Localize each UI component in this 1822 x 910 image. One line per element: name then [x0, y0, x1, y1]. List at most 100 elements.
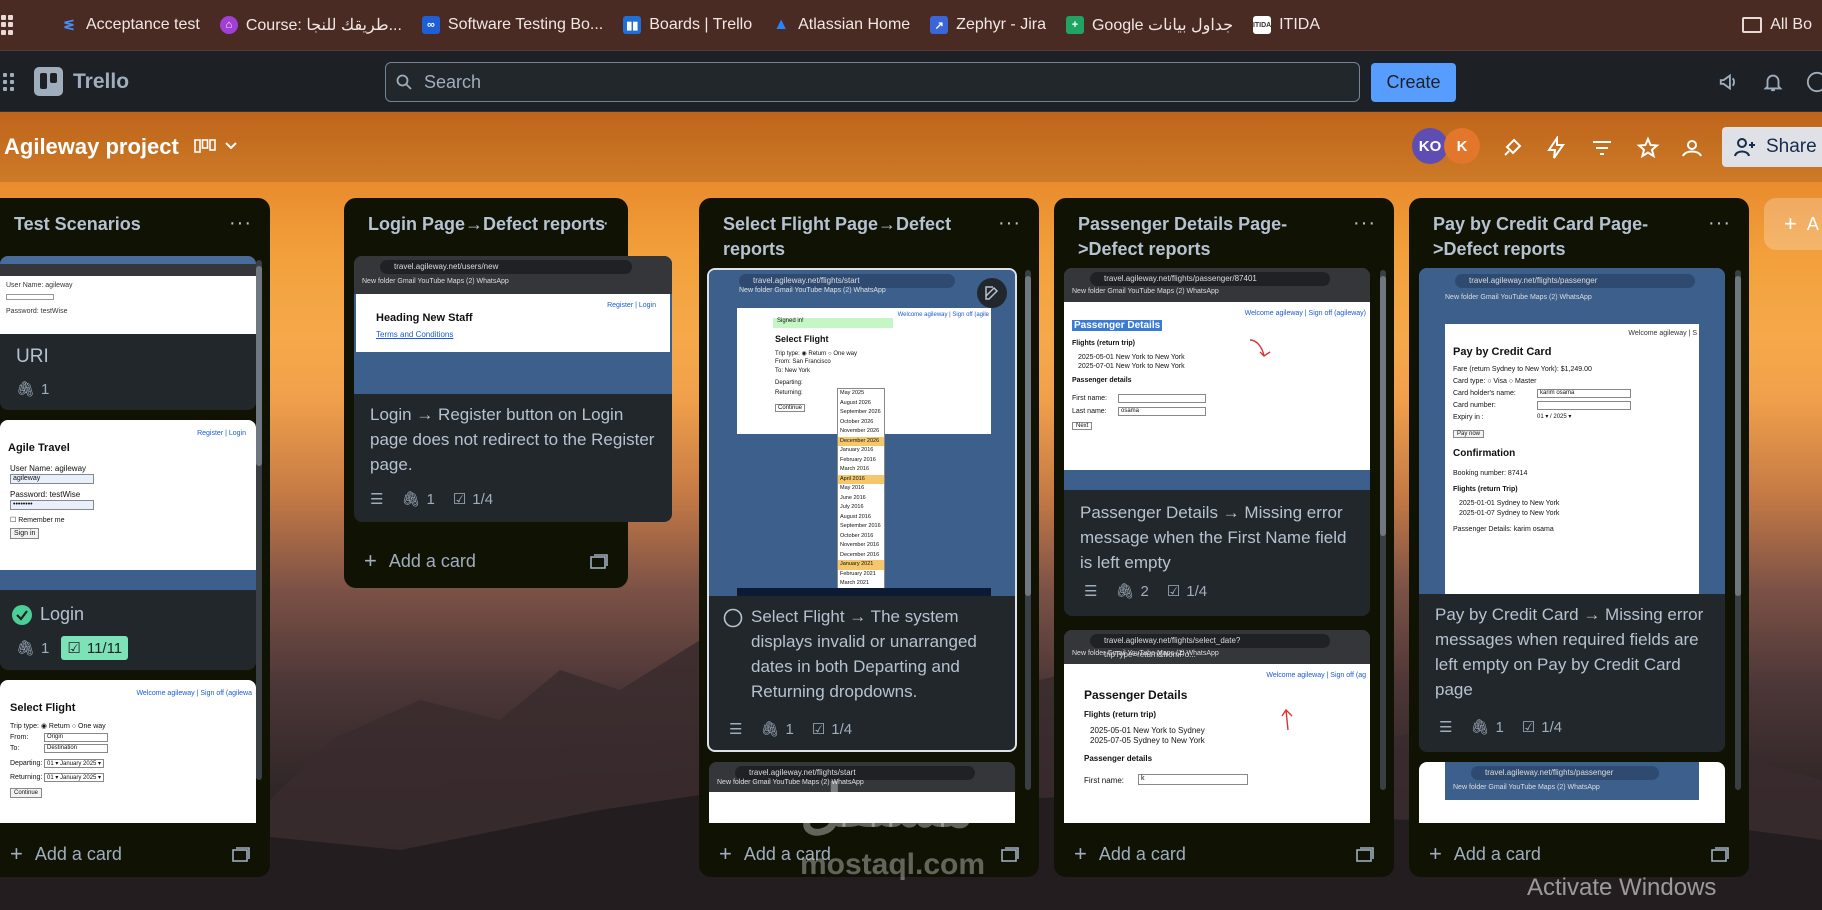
checklist-icon: ☑: [1521, 719, 1536, 736]
add-card-button[interactable]: + Add a card: [1074, 831, 1186, 877]
list-title[interactable]: Login Page→Defect reports: [368, 212, 608, 237]
card-payment-defect[interactable]: travel.agileway.net/flights/passenger Ne…: [1419, 268, 1725, 752]
attachments-count: 1: [1495, 718, 1504, 736]
filter-icon[interactable]: [1590, 136, 1614, 160]
bookmark-software-testing[interactable]: ∞ Software Testing Bo...: [412, 8, 613, 42]
list-title[interactable]: Select Flight Page→Defect reports: [723, 212, 983, 262]
card-template-icon[interactable]: [1356, 847, 1374, 863]
card-select-flight-defect[interactable]: travel.agileway.net/flights/start New fo…: [707, 268, 1017, 752]
search-input[interactable]: [424, 71, 1324, 93]
card-template-icon[interactable]: [232, 847, 250, 863]
board-canvas: Agileway project KO K Share Test Scenari…: [0, 112, 1822, 910]
description-icon: ☰: [370, 491, 384, 508]
attachments-badge: 🖇 1: [16, 380, 50, 399]
share-button[interactable]: Share: [1722, 127, 1822, 167]
list-login-page: Login Page→Defect reports ··· travel.agi…: [344, 198, 672, 588]
bookmark-trello[interactable]: ▮▮ Boards | Trello: [613, 8, 762, 42]
add-list-button[interactable]: + A: [1764, 198, 1822, 250]
card-cover-image: travel.agileway.net/flights/start New fo…: [709, 270, 1015, 596]
list-menu-icon[interactable]: ···: [1353, 212, 1376, 235]
checklist-icon: ☑: [452, 491, 467, 508]
list-menu-icon[interactable]: ···: [998, 212, 1021, 235]
list-scrollbar[interactable]: [1380, 270, 1386, 790]
visibility-icon[interactable]: [1680, 136, 1704, 160]
attachments-badge: 🖇 1: [1470, 718, 1504, 737]
add-list-label: A: [1806, 213, 1819, 234]
shot-welcome: Welcome agileway | Sign off (agile: [897, 312, 989, 318]
megaphone-icon[interactable]: [1718, 71, 1740, 93]
bookmark-course[interactable]: ⌂ Course: طريقك للنجا...: [210, 8, 412, 42]
shot-welcome: Welcome agileway | Sign off (agilewa: [136, 690, 252, 697]
list-title[interactable]: Test Scenarios: [14, 212, 224, 237]
card-template-icon[interactable]: [1001, 847, 1019, 863]
power-ups-icon[interactable]: [1500, 136, 1524, 160]
card-title-row: Login: [12, 602, 84, 627]
list-menu-icon[interactable]: ···: [229, 212, 252, 235]
card-login[interactable]: Register | Login Agile Travel User Name:…: [0, 420, 256, 670]
avatar-ko[interactable]: KO: [1412, 128, 1448, 164]
card-login-defect[interactable]: travel.agileway.net/users/new New folder…: [354, 256, 672, 522]
card-title: Passenger Details → Missing error messag…: [1080, 503, 1347, 572]
date-option: August 2016: [840, 513, 871, 520]
avatar-k[interactable]: K: [1444, 128, 1480, 164]
screenshot-preview: Register | Login Heading New Staff Terms…: [356, 294, 670, 352]
browser-url: travel.agileway.net/flights/start: [739, 274, 955, 288]
bell-icon[interactable]: [1762, 71, 1784, 93]
help-icon[interactable]: [1806, 71, 1822, 93]
list-cards: travel.agileway.net/flights/passenger/87…: [1054, 268, 1394, 823]
shot-welcome: Welcome agileway | S: [1628, 330, 1697, 337]
star-icon[interactable]: [1636, 136, 1660, 160]
browser-chrome: travel.agileway.net/flights/passenger Ne…: [1445, 762, 1699, 800]
card-title: Login: [40, 604, 85, 624]
attachments-count: 1: [41, 380, 50, 398]
list-title[interactable]: Pay by Credit Card Page->Defect reports: [1433, 212, 1673, 262]
search-box[interactable]: [385, 62, 1360, 102]
card-passenger-defect[interactable]: travel.agileway.net/flights/passenger/87…: [1064, 268, 1370, 616]
check-complete-icon[interactable]: [12, 604, 32, 625]
apps-grid-icon[interactable]: [0, 15, 14, 35]
list-scrollbar[interactable]: [256, 260, 262, 780]
plus-icon: +: [1429, 841, 1442, 866]
board-view-switcher[interactable]: [194, 139, 238, 153]
complete-circle-icon[interactable]: [723, 608, 743, 628]
app-switcher-icon[interactable]: [0, 73, 14, 91]
card-payment-2[interactable]: travel.agileway.net/flights/passenger Ne…: [1419, 762, 1725, 823]
bookmark-zephyr[interactable]: ↗ Zephyr - Jira: [920, 8, 1056, 42]
shot-fare: Fare (return Sydney to New York): $1,249…: [1453, 366, 1592, 373]
list-scrollbar[interactable]: [1025, 270, 1031, 790]
shot-lastname-label: Last name:: [1072, 408, 1107, 415]
add-card-button[interactable]: + Add a card: [10, 831, 122, 877]
bookmark-google-sheets[interactable]: + Google جداول بيانات: [1056, 8, 1243, 42]
card-template-icon[interactable]: [1711, 847, 1729, 863]
shot-to-label: To:: [10, 745, 20, 752]
edit-card-button[interactable]: [977, 278, 1007, 308]
card-passenger-2[interactable]: travel.agileway.net/flights/select_date?…: [1064, 630, 1370, 823]
browser-url: travel.agileway.net/flights/passenger: [1455, 274, 1695, 288]
bookmark-atlassian[interactable]: ▲ Atlassian Home: [762, 8, 920, 42]
card-template-icon[interactable]: [590, 554, 608, 570]
card-uri[interactable]: User Name: agileway Password: testWise U…: [0, 256, 256, 410]
add-card-button[interactable]: + Add a card: [364, 538, 476, 584]
list-menu-icon[interactable]: ···: [587, 212, 610, 235]
itida-icon: ITIDA: [1253, 16, 1271, 34]
bookmark-acceptance-test[interactable]: ᓬ Acceptance test: [50, 8, 210, 42]
add-card-button[interactable]: + Add a card: [1429, 831, 1541, 877]
bookmark-label: Zephyr - Jira: [956, 16, 1046, 33]
shot-trip: Trip type: ◉ Return ○ One way: [775, 351, 857, 357]
board-title[interactable]: Agileway project: [4, 134, 179, 160]
add-card-label: Add a card: [1453, 843, 1541, 864]
card-select-flight-scenario[interactable]: Welcome agileway | Sign off (agilewa Sel…: [0, 680, 256, 823]
create-button[interactable]: Create: [1371, 63, 1456, 102]
all-bookmarks[interactable]: All Bo: [1732, 8, 1822, 42]
browser-url: travel.agileway.net/flights/passenger: [1471, 766, 1659, 780]
list-menu-icon[interactable]: ···: [1708, 212, 1731, 235]
attachments-count: 1: [41, 639, 50, 657]
date-option: October 2016: [840, 532, 874, 539]
attachments-badge: 🖇 1: [760, 720, 793, 739]
automation-icon[interactable]: [1544, 136, 1568, 160]
browser-url: travel.agileway.net/users/new: [380, 260, 632, 274]
trello-logo[interactable]: Trello: [34, 67, 129, 96]
list-scrollbar[interactable]: [1735, 270, 1741, 790]
list-title[interactable]: Passenger Details Page->Defect reports: [1078, 212, 1318, 262]
bookmark-itida[interactable]: ITIDA ITIDA: [1243, 8, 1330, 42]
